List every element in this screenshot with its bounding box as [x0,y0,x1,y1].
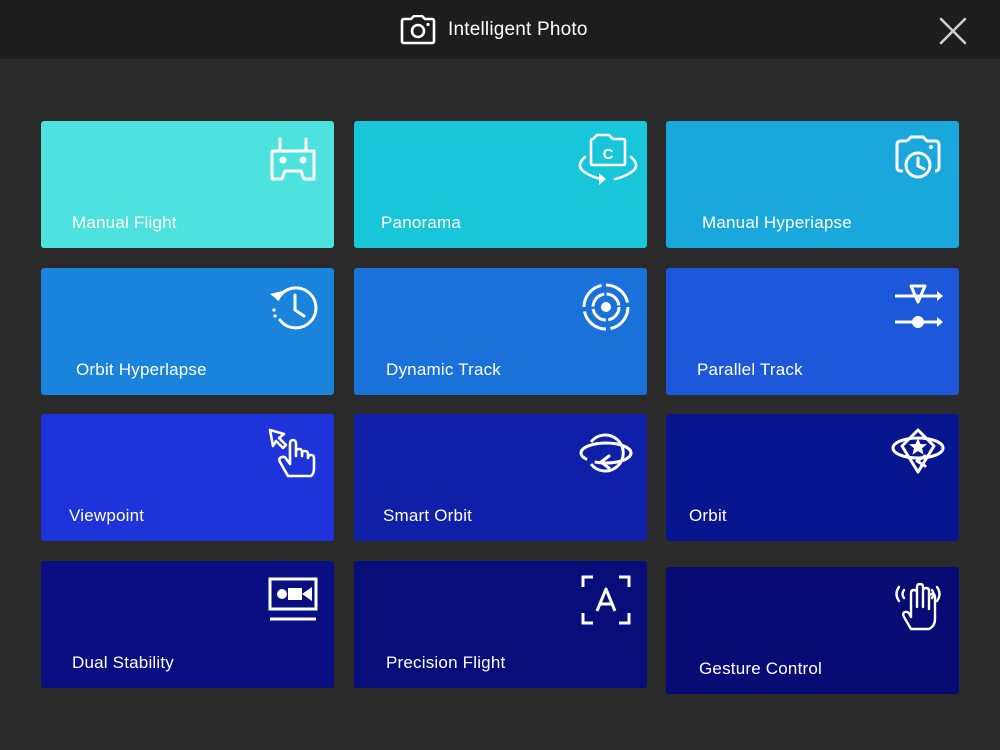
mode-label: Orbit Hyperlapse [76,360,207,379]
touch-pointer-icon [266,426,320,480]
dual-stability-icon [266,573,320,627]
mode-tile-smart-orbit[interactable]: Smart Orbit [354,414,647,541]
mode-tile-gesture-control[interactable]: Gesture Control [666,567,959,694]
mode-tile-orbit-hyperlapse[interactable]: Orbit Hyperlapse [41,268,334,395]
mode-tile-manual-flight[interactable]: Manual Flight [41,121,334,248]
orbit-icon [579,426,633,480]
svg-text:C: C [603,146,614,163]
mode-tile-dual-stability[interactable]: Dual Stability [41,561,334,688]
mode-tile-dynamic-track[interactable]: Dynamic Track [354,268,647,395]
mode-tile-precision-flight[interactable]: Precision Flight [354,561,647,688]
mode-label: Gesture Control [699,659,822,678]
mode-label: Parallel Track [697,360,803,379]
mode-label: Manual Flight [72,213,177,232]
close-icon [939,17,967,45]
panorama-camera-icon: C [575,133,641,187]
mode-label: Panorama [381,213,462,232]
mode-label: Viewpoint [69,506,145,525]
mode-label: Smart Orbit [383,506,473,525]
mode-tile-manual-hyperlapse[interactable]: Manual Hyperiapse [666,121,959,248]
parallel-track-icon [891,280,945,334]
camera-timer-icon [891,133,945,187]
mode-label: Dynamic Track [386,360,502,379]
title-group: Intelligent Photo [400,12,588,48]
target-icon [579,280,633,334]
remote-controller-icon [266,133,320,187]
gesture-hand-icon [891,579,945,633]
mode-label: Dual Stability [72,653,175,672]
close-button[interactable] [934,12,972,50]
mode-tile-parallel-track[interactable]: Parallel Track [666,268,959,395]
top-bar: Intelligent Photo [0,0,1000,59]
camera-icon [400,15,436,45]
orbit-star-icon [891,426,945,480]
mode-label: Orbit [689,506,727,525]
page-title: Intelligent Photo [448,19,588,40]
mode-label: Manual Hyperiapse [702,213,852,232]
mode-label: Precision Flight [386,653,506,672]
mode-tile-orbit[interactable]: Orbit [666,414,959,541]
history-clock-icon [266,280,320,334]
precision-frame-icon [579,573,633,627]
mode-tile-viewpoint[interactable]: Viewpoint [41,414,334,541]
mode-tile-panorama[interactable]: Panorama C [354,121,647,248]
